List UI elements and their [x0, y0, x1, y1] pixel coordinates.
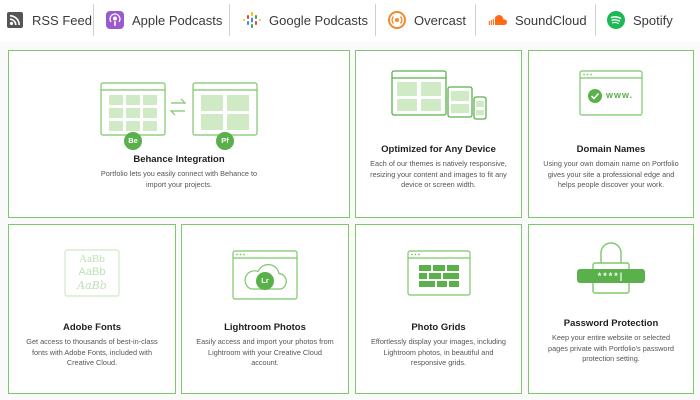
feature-description: Get access to thousands of best-in-class…: [26, 337, 158, 367]
lightroom-badge: Lr: [261, 276, 269, 285]
domain-illustration: www.: [578, 69, 644, 117]
feature-card-devices: Optimized for Any Device Each of our the…: [355, 50, 522, 218]
soundcloud-label: SoundCloud: [515, 12, 587, 28]
divider: [93, 4, 94, 36]
feature-description: Keep your entire website or selected pag…: [548, 333, 674, 363]
devices-illustration: [390, 69, 488, 121]
font-sample-2: AaBb: [78, 266, 106, 278]
feature-description: Each of our themes is natively responsiv…: [370, 159, 507, 189]
soundcloud-icon: [487, 11, 507, 29]
divider: [475, 4, 476, 36]
feature-description: Portfolio lets you easily connect with B…: [100, 169, 258, 189]
feature-description: Effortlessly display your images, includ…: [371, 337, 506, 367]
portfolio-badge: Pf: [221, 136, 229, 145]
domain-url-text: www.: [606, 90, 634, 100]
password-illustration: ****|: [575, 239, 647, 299]
overcast-icon: [388, 11, 406, 29]
feature-card-grids: Photo Grids Effortlessly display your im…: [355, 224, 522, 394]
behance-illustration: Be Pf: [99, 81, 259, 151]
overcast-label: Overcast: [414, 12, 467, 28]
google-podcasts-icon: [243, 11, 261, 29]
font-sample-1: AaBb: [79, 253, 105, 265]
rss-feed-label: RSS Feed: [32, 12, 92, 28]
podcast-subscribe-bar: RSS Feed Apple Podcasts Google Podcasts …: [0, 0, 700, 40]
spotify-label: Spotify: [633, 12, 673, 28]
feature-card-behance: Be Pf Behance Integration Portfolio lets…: [8, 50, 350, 218]
apple-podcasts-icon: [106, 11, 124, 29]
google-podcasts-link[interactable]: Google Podcasts: [243, 4, 368, 36]
overcast-link[interactable]: Overcast: [388, 4, 466, 36]
feature-title: Photo Grids: [411, 322, 466, 333]
feature-title: Behance Integration: [133, 154, 225, 165]
feature-card-domain: www. Domain Names Using your own domain …: [528, 50, 694, 218]
feature-card-fonts: AaBb AaBb AaBb Adobe Fonts Get access to…: [8, 224, 176, 394]
spotify-link[interactable]: Spotify: [607, 4, 673, 36]
password-mask: ****|: [597, 271, 625, 281]
apple-podcasts-link[interactable]: Apple Podcasts: [106, 4, 222, 36]
google-podcasts-label: Google Podcasts: [269, 12, 369, 28]
grids-illustration: [406, 249, 472, 297]
soundcloud-link[interactable]: SoundCloud: [487, 4, 587, 36]
lightroom-illustration: Lr: [231, 249, 299, 301]
apple-podcasts-label: Apple Podcasts: [132, 12, 223, 28]
divider: [595, 4, 596, 36]
rss-feed-link[interactable]: RSS Feed: [6, 4, 92, 36]
font-sample-3: AaBb: [77, 279, 107, 292]
feature-card-password: ****| Password Protection Keep your enti…: [528, 224, 694, 394]
behance-badge: Be: [128, 136, 138, 145]
divider: [229, 4, 230, 36]
feature-title: Password Protection: [563, 318, 659, 329]
feature-description: Easily access and import your photos fro…: [196, 337, 334, 367]
feature-description: Using your own domain name on Portfolio …: [543, 159, 679, 189]
rss-icon: [6, 11, 24, 29]
divider: [375, 4, 376, 36]
feature-title: Optimized for Any Device: [381, 144, 496, 155]
feature-title: Lightroom Photos: [224, 322, 306, 333]
feature-title: Adobe Fonts: [62, 322, 122, 333]
spotify-icon: [607, 11, 625, 29]
fonts-illustration: AaBb AaBb AaBb: [64, 249, 120, 297]
feature-title: Domain Names: [576, 144, 646, 155]
feature-card-lightroom: Lr Lightroom Photos Easily access and im…: [181, 224, 349, 394]
